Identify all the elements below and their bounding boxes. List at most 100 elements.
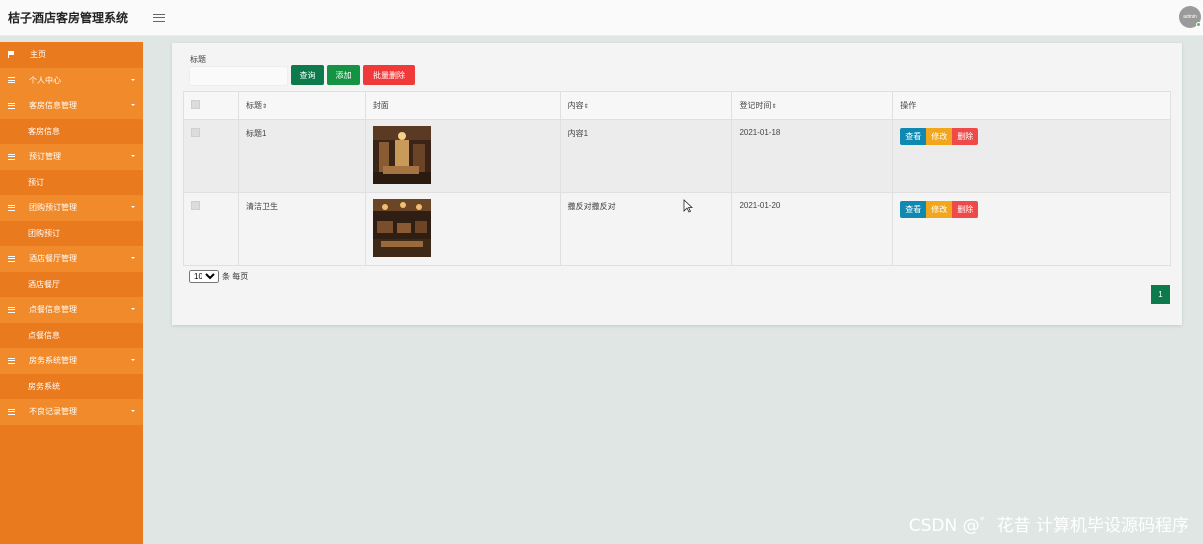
sidebar-item-bad-record-management[interactable]: 不良记录管理 [0,399,143,425]
menu-icon [8,153,15,160]
sidebar-item-label: 房务系统管理 [29,356,77,366]
chevron-down-icon [131,410,135,412]
avatar-text: admin [1183,14,1197,20]
sidebar-item-room-info-management[interactable]: 客房信息管理 [0,93,143,119]
menu-icon [8,102,15,109]
chevron-down-icon [131,104,135,106]
cell-cover [364,192,561,266]
cover-image[interactable] [372,126,431,184]
menu-icon [8,357,15,364]
cell-date: 2021-01-20 [731,192,894,266]
menu-icon [8,77,15,84]
chevron-down-icon [131,155,135,157]
per-page-label: 条 每页 [222,272,249,281]
chevron-down-icon [131,206,135,208]
sort-icon: ⇕ [583,104,589,110]
sidebar-item-label: 客房信息管理 [29,101,77,111]
cell-cover [364,119,561,193]
sidebar-item-label: 酒店餐厅 [28,279,60,289]
column-header-content[interactable]: 内容⇕ [559,91,733,120]
sidebar-item-label: 主页 [30,50,46,60]
table-header-row: 标题⇕ 封面 内容⇕ 登记时间⇕ 操作 [183,91,1171,120]
menu-icon [8,306,15,313]
row-checkbox[interactable] [191,128,200,137]
column-header-date[interactable]: 登记时间⇕ [731,91,894,120]
column-header-title[interactable]: 标题⇕ [237,91,366,120]
table-row: 标题1 内容1 2021-01-18 查看 修改 删除 [183,119,1171,193]
sidebar-item-booking[interactable]: 预订 [0,170,143,196]
data-table: 标题⇕ 封面 内容⇕ 登记时间⇕ 操作 标题1 内容1 2021-01-18 查… [183,91,1171,266]
edit-button[interactable]: 修改 [926,201,953,218]
page-size-select[interactable]: 10 [189,270,219,283]
mouse-cursor-icon [683,199,693,213]
sidebar-item-order-info[interactable]: 点餐信息 [0,323,143,349]
cell-actions: 查看 修改 删除 [892,119,1171,193]
view-button[interactable]: 查看 [900,201,927,218]
menu-icon [8,255,15,262]
sidebar-item-label: 个人中心 [29,75,61,85]
chevron-down-icon [131,359,135,361]
delete-button[interactable]: 删除 [952,128,979,145]
cell-content: 内容1 [559,119,733,193]
sidebar-item-label: 预订 [28,177,44,187]
chevron-down-icon [131,257,135,259]
sidebar-item-label: 客房信息 [28,126,60,136]
sidebar-item-home[interactable]: 主页 [0,42,143,68]
sidebar-item-label: 不良记录管理 [29,407,77,417]
page-size-control: 10 条 每页 [189,270,248,283]
flag-icon [8,51,14,59]
menu-icon [8,408,15,415]
sidebar-item-booking-management[interactable]: 预订管理 [0,144,143,170]
sidebar-item-label: 团购预订管理 [29,203,77,213]
column-header-actions: 操作 [892,91,1171,120]
chevron-down-icon [131,78,135,81]
sort-icon: ⇕ [261,104,267,110]
online-status-icon [1196,22,1201,27]
sidebar-item-housekeeping-management[interactable]: 房务系统管理 [0,348,143,374]
cell-actions: 查看 修改 删除 [892,192,1171,266]
page-button[interactable]: 1 [1151,285,1170,304]
watermark: CSDN @゛花昔 计算机毕设源码程序 [908,516,1189,536]
cell-date: 2021-01-18 [731,119,894,193]
sidebar-item-label: 点餐信息 [28,330,60,340]
content-panel: 标题 查询 添加 批量删除 标题⇕ 封面 内容⇕ 登记时间⇕ 操作 标题1 内容… [172,43,1182,325]
row-checkbox[interactable] [191,201,200,210]
delete-button[interactable]: 删除 [952,201,979,218]
avatar[interactable]: admin [1179,6,1201,28]
menu-icon [8,204,15,211]
sidebar-item-room-info[interactable]: 客房信息 [0,119,143,145]
add-button[interactable]: 添加 [327,65,360,85]
column-header-cover: 封面 [364,91,561,120]
search-label: 标题 [190,55,206,64]
sidebar-item-housekeeping[interactable]: 房务系统 [0,374,143,400]
sidebar-item-label: 预订管理 [29,152,61,162]
sidebar-item-label: 团购预订 [28,228,60,238]
query-button[interactable]: 查询 [291,65,324,85]
sidebar-item-group-booking[interactable]: 团购预订 [0,221,143,247]
sidebar-item-restaurant[interactable]: 酒店餐厅 [0,272,143,298]
top-bar: 桔子酒店客房管理系统 admin [0,0,1203,36]
select-all-cell [183,91,239,120]
sidebar-item-label: 酒店餐厅管理 [29,254,77,264]
sidebar-item-group-booking-management[interactable]: 团购预订管理 [0,195,143,221]
cover-image[interactable] [372,199,431,257]
sidebar: 主页 个人中心 客房信息管理 客房信息 预订管理 预订 团购预订管理 团购预订 … [0,42,143,544]
cell-title: 标题1 [237,119,366,193]
sidebar-item-restaurant-management[interactable]: 酒店餐厅管理 [0,246,143,272]
table-row: 清洁卫生 撒反对撒反对 2021-01-20 查看 修改 删除 [183,192,1171,266]
select-all-checkbox[interactable] [191,100,200,109]
hamburger-icon[interactable] [153,12,165,24]
sidebar-item-label: 点餐信息管理 [29,305,77,315]
sidebar-item-profile[interactable]: 个人中心 [0,67,143,93]
sort-icon: ⇕ [771,104,777,110]
bulk-delete-button[interactable]: 批量删除 [363,65,415,85]
edit-button[interactable]: 修改 [926,128,953,145]
view-button[interactable]: 查看 [900,128,927,145]
cell-content: 撒反对撒反对 [559,192,733,266]
chevron-down-icon [131,308,135,310]
sidebar-item-label: 房务系统 [28,381,60,391]
app-title: 桔子酒店客房管理系统 [8,11,129,25]
search-input[interactable] [189,66,288,86]
sidebar-item-order-management[interactable]: 点餐信息管理 [0,297,143,323]
cell-title: 清洁卫生 [237,192,366,266]
